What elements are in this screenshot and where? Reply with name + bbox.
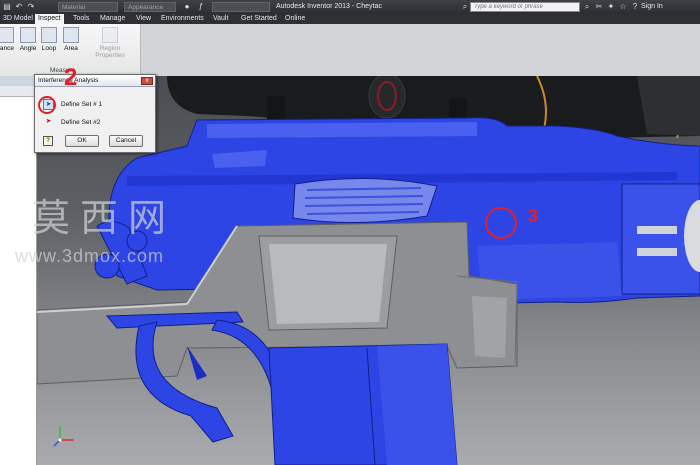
- app-title: Autodesk Inventor 2013 - Cheytac: [276, 3, 382, 10]
- define-set-1-label: Define Set # 1: [61, 101, 103, 108]
- ribbon-background: [141, 24, 700, 76]
- annotation-step-3: 3: [528, 206, 539, 226]
- loop-button[interactable]: Loop: [39, 27, 59, 52]
- title-bar: ▤ ↶ ↷ Material Appearance ● ƒ Autodesk I…: [0, 0, 700, 14]
- dialog-title: Interference Analysis: [35, 75, 155, 87]
- watermark-url: www.3dmox.com: [15, 246, 165, 266]
- area-button[interactable]: Area: [61, 27, 81, 52]
- region-properties-icon: [102, 27, 118, 43]
- app-menu-icon[interactable]: ▤: [2, 2, 12, 12]
- loop-icon: [41, 27, 57, 43]
- tab-get-started[interactable]: Get Started: [238, 14, 280, 24]
- tab-tools[interactable]: Tools: [70, 14, 92, 24]
- appearance-dropdown[interactable]: Appearance: [124, 2, 176, 12]
- area-icon: [63, 27, 79, 43]
- magazine: [268, 343, 458, 465]
- help-icon[interactable]: ?: [630, 2, 640, 12]
- view-dropdown[interactable]: [212, 2, 270, 12]
- model-browser[interactable]: [0, 76, 37, 465]
- interference-analysis-dialog: Interference Analysis x ➤ Define Set # 1…: [34, 74, 156, 153]
- tab-inspect[interactable]: Inspect: [35, 14, 64, 24]
- subscription-icon[interactable]: ✦: [606, 2, 616, 12]
- star-icon[interactable]: ☆: [618, 2, 628, 12]
- sign-in-link[interactable]: Sign In: [641, 2, 663, 12]
- tab-manage[interactable]: Manage: [97, 14, 128, 24]
- angle-button[interactable]: Angle: [18, 27, 38, 52]
- browser-toolbar: [0, 86, 36, 97]
- tab-3d-model[interactable]: 3D Model: [0, 14, 36, 24]
- color-icon[interactable]: ●: [182, 2, 192, 12]
- tab-view[interactable]: View: [133, 14, 154, 24]
- fx-icon[interactable]: ƒ: [196, 2, 206, 12]
- tab-online[interactable]: Online: [282, 14, 308, 24]
- redo-icon[interactable]: ↷: [26, 2, 36, 12]
- view-triad-icon: [53, 426, 74, 447]
- tab-environments[interactable]: Environments: [158, 14, 207, 24]
- angle-icon: [20, 27, 36, 43]
- annotation-step-2: 2: [64, 64, 78, 91]
- distance-icon: [0, 27, 14, 43]
- region-properties-button[interactable]: Region Properties: [84, 27, 136, 59]
- distance-button[interactable]: tance: [0, 27, 16, 52]
- ribbon-tabs: 3D Model Inspect Tools Manage View Envir…: [0, 14, 700, 24]
- define-set-2-label: Define Set #2: [61, 119, 101, 126]
- annotation-circle-2: [38, 96, 56, 114]
- search-icon[interactable]: ⌕: [582, 2, 592, 12]
- material-dropdown[interactable]: Material: [58, 2, 118, 12]
- tools-icon[interactable]: ✂: [594, 2, 604, 12]
- scope-mount-front: [267, 96, 285, 122]
- cancel-button[interactable]: Cancel: [109, 135, 143, 147]
- binoculars-icon[interactable]: ⌕: [460, 2, 470, 12]
- undo-icon[interactable]: ↶: [14, 2, 24, 12]
- close-button[interactable]: x: [141, 77, 153, 85]
- watermark-chinese: 莫西网: [32, 196, 177, 240]
- search-input[interactable]: [470, 2, 580, 12]
- help-button[interactable]: ?: [43, 136, 53, 146]
- tab-vault[interactable]: Vault: [210, 14, 231, 24]
- select-cursor-icon[interactable]: ➤: [43, 117, 54, 128]
- annotation-circle-3: [485, 207, 517, 239]
- ok-button[interactable]: OK: [65, 135, 99, 147]
